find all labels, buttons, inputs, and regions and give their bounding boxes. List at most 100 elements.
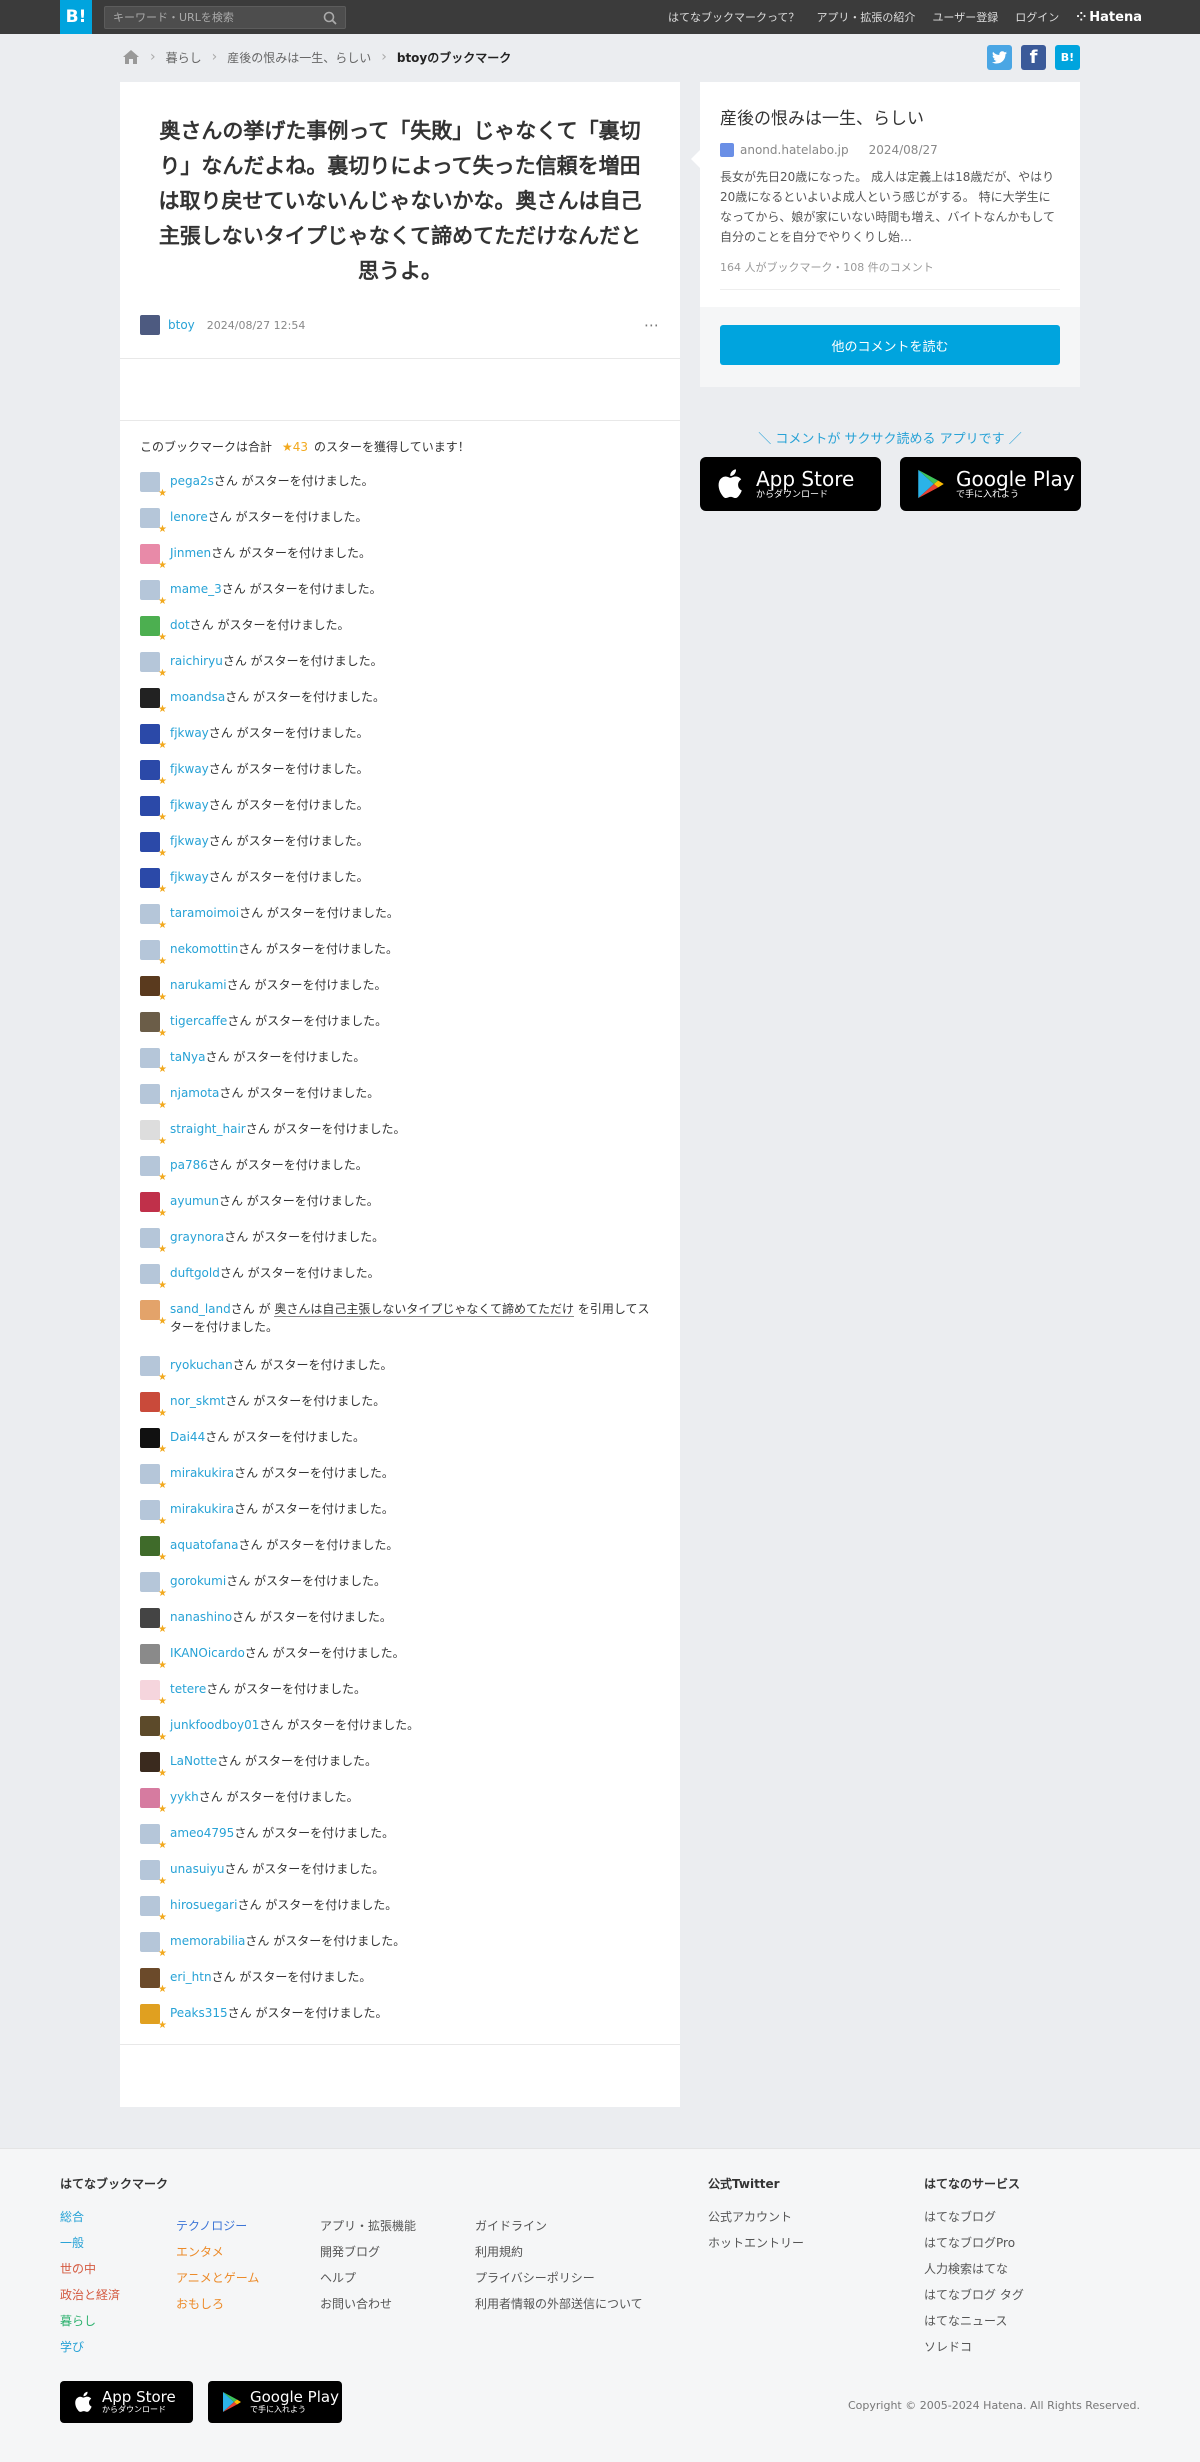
- star-user[interactable]: nanashino: [170, 1610, 232, 1624]
- avatar[interactable]: [140, 652, 160, 672]
- star-user[interactable]: yykh: [170, 1790, 199, 1804]
- star-user[interactable]: njamota: [170, 1086, 219, 1100]
- footer-link[interactable]: はてなブログ タグ: [924, 2282, 1024, 2308]
- avatar[interactable]: [140, 2004, 160, 2024]
- star-user[interactable]: dot: [170, 618, 190, 632]
- star-user[interactable]: graynora: [170, 1230, 224, 1244]
- avatar[interactable]: [140, 472, 160, 492]
- avatar[interactable]: [140, 868, 160, 888]
- facebook-share-button[interactable]: f: [1021, 45, 1046, 70]
- avatar[interactable]: [140, 796, 160, 816]
- star-user[interactable]: Dai44: [170, 1430, 205, 1444]
- search-icon[interactable]: [323, 11, 337, 25]
- star-user[interactable]: tetere: [170, 1682, 206, 1696]
- search-box[interactable]: [104, 6, 346, 29]
- search-input[interactable]: [113, 11, 313, 24]
- star-user[interactable]: unasuiyu: [170, 1862, 224, 1876]
- star-user[interactable]: taramoimoi: [170, 906, 239, 920]
- entry-domain[interactable]: anond.hatelabo.jp: [740, 143, 849, 157]
- avatar[interactable]: [140, 1932, 160, 1952]
- entry-bookmark-count[interactable]: 164 人がブックマーク・108 件のコメント: [720, 259, 1060, 290]
- footer-category-link[interactable]: アニメとゲーム: [176, 2265, 259, 2291]
- avatar[interactable]: [140, 832, 160, 852]
- hatena-brand-link[interactable]: ⁘ Hatena: [1076, 10, 1142, 25]
- avatar[interactable]: [140, 1968, 160, 1988]
- avatar[interactable]: [140, 544, 160, 564]
- home-icon[interactable]: [122, 49, 140, 65]
- star-user[interactable]: memorabilia: [170, 1934, 245, 1948]
- footer-category-link[interactable]: 学び: [60, 2334, 168, 2360]
- star-user[interactable]: nor_skmt: [170, 1394, 225, 1408]
- footer-link[interactable]: お問い合わせ: [320, 2291, 416, 2317]
- bookmark-user[interactable]: btoy: [168, 318, 195, 332]
- footer-category-link[interactable]: 総合: [60, 2204, 168, 2230]
- star-user[interactable]: duftgold: [170, 1266, 220, 1280]
- read-comments-button[interactable]: 他のコメントを読む: [720, 325, 1060, 365]
- star-user[interactable]: hirosuegari: [170, 1898, 237, 1912]
- footer-category-link[interactable]: 暮らし: [60, 2308, 168, 2334]
- hatena-bookmark-button[interactable]: B!: [1055, 45, 1080, 70]
- avatar[interactable]: [140, 760, 160, 780]
- footer-category-link[interactable]: 政治と経済: [60, 2282, 168, 2308]
- star-user[interactable]: fjkway: [170, 870, 209, 884]
- footer-link[interactable]: 開発ブログ: [320, 2239, 416, 2265]
- star-user[interactable]: Jinmen: [170, 546, 211, 560]
- breadcrumb-category[interactable]: 暮らし: [166, 49, 202, 66]
- star-count[interactable]: ★43: [282, 440, 308, 454]
- star-user[interactable]: ryokuchan: [170, 1358, 233, 1372]
- footer-link[interactable]: はてなニュース: [924, 2308, 1024, 2334]
- star-user[interactable]: junkfoodboy01: [170, 1718, 259, 1732]
- footer-link[interactable]: 利用者情報の外部送信について: [475, 2291, 643, 2317]
- avatar[interactable]: [140, 508, 160, 528]
- star-user[interactable]: raichiryu: [170, 654, 223, 668]
- star-user[interactable]: mame_3: [170, 582, 222, 596]
- avatar[interactable]: [140, 1428, 160, 1448]
- nav-login[interactable]: ログイン: [1015, 9, 1059, 25]
- avatar[interactable]: [140, 976, 160, 996]
- avatar[interactable]: [140, 1300, 160, 1320]
- footer-google-play-button[interactable]: Google Play で手に入れよう: [208, 2381, 342, 2423]
- avatar[interactable]: [140, 1680, 160, 1700]
- avatar[interactable]: [140, 1156, 160, 1176]
- twitter-share-button[interactable]: [987, 45, 1012, 70]
- breadcrumb-entry[interactable]: 産後の恨みは一生、らしい: [227, 49, 371, 66]
- avatar[interactable]: [140, 1824, 160, 1844]
- footer-link[interactable]: アプリ・拡張機能: [320, 2213, 416, 2239]
- avatar[interactable]: [140, 904, 160, 924]
- avatar[interactable]: [140, 1716, 160, 1736]
- star-user[interactable]: narukami: [170, 978, 227, 992]
- avatar[interactable]: [140, 1228, 160, 1248]
- star-user[interactable]: straight_hair: [170, 1122, 246, 1136]
- star-user[interactable]: moandsa: [170, 690, 225, 704]
- avatar[interactable]: [140, 724, 160, 744]
- avatar[interactable]: [140, 1572, 160, 1592]
- avatar[interactable]: [140, 315, 160, 335]
- google-play-button[interactable]: Google Play で手に入れよう: [900, 457, 1081, 511]
- star-user[interactable]: eri_htn: [170, 1970, 212, 1984]
- footer-link[interactable]: はてなブログ: [924, 2204, 1024, 2230]
- star-user[interactable]: fjkway: [170, 798, 209, 812]
- footer-category-link[interactable]: 一般: [60, 2230, 168, 2256]
- avatar[interactable]: [140, 1788, 160, 1808]
- app-store-button[interactable]: App Store からダウンロード: [700, 457, 881, 511]
- star-user[interactable]: mirakukira: [170, 1466, 234, 1480]
- avatar[interactable]: [140, 1356, 160, 1376]
- star-user[interactable]: aquatofana: [170, 1538, 239, 1552]
- nav-apps[interactable]: アプリ・拡張の紹介: [816, 9, 915, 25]
- footer-link[interactable]: プライバシーポリシー: [475, 2265, 643, 2291]
- star-user[interactable]: tigercaffe: [170, 1014, 227, 1028]
- entry-title[interactable]: 産後の恨みは一生、らしい: [720, 104, 1060, 129]
- footer-link[interactable]: ホットエントリー: [708, 2230, 804, 2256]
- star-user[interactable]: nekomottin: [170, 942, 238, 956]
- footer-category-link[interactable]: おもしろ: [176, 2291, 259, 2317]
- avatar[interactable]: [140, 1536, 160, 1556]
- avatar[interactable]: [140, 1192, 160, 1212]
- avatar[interactable]: [140, 1752, 160, 1772]
- avatar[interactable]: [140, 1896, 160, 1916]
- nav-about[interactable]: はてなブックマークって？: [668, 9, 799, 25]
- avatar[interactable]: [140, 1644, 160, 1664]
- star-user[interactable]: fjkway: [170, 834, 209, 848]
- footer-link[interactable]: はてなブログPro: [924, 2230, 1024, 2256]
- footer-link[interactable]: ガイドライン: [475, 2213, 643, 2239]
- avatar[interactable]: [140, 1392, 160, 1412]
